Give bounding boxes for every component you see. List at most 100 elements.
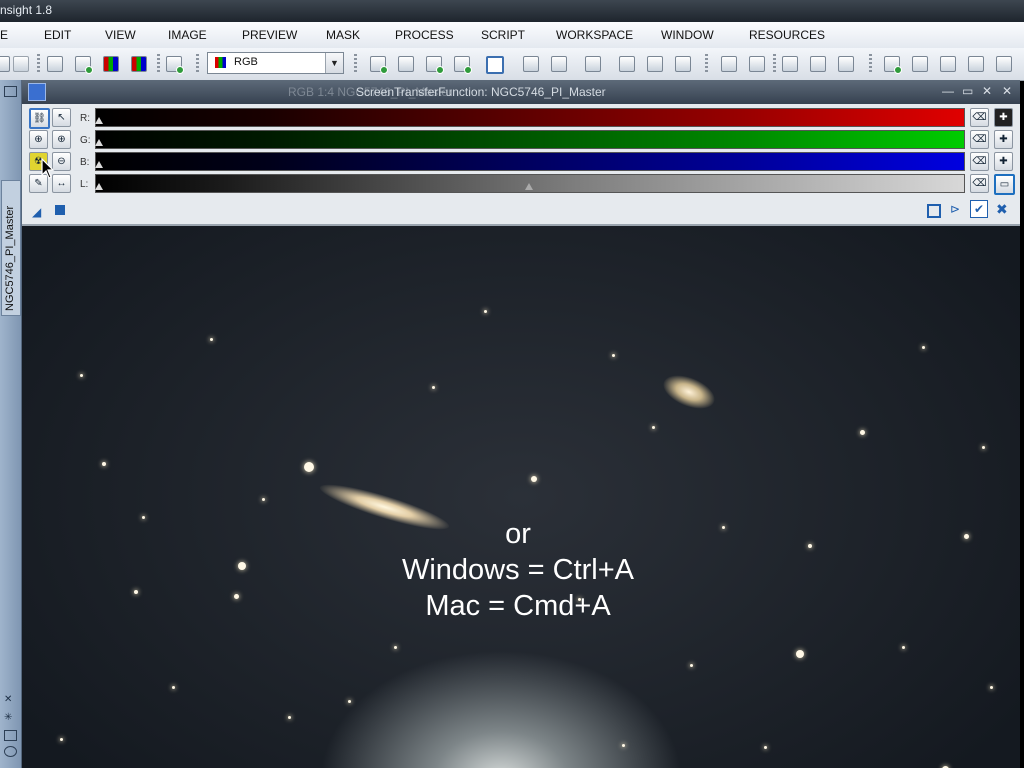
menu-image[interactable]: IMAGE xyxy=(168,28,207,42)
new-window-icon[interactable] xyxy=(75,56,93,74)
crosshair-icon[interactable]: ✚ xyxy=(994,108,1013,127)
shadows-handle[interactable] xyxy=(95,139,103,146)
menu-view[interactable]: VIEW xyxy=(105,28,136,42)
star xyxy=(348,700,351,703)
new-preview-icon[interactable] xyxy=(166,56,184,74)
shadows-handle[interactable] xyxy=(95,117,103,124)
star xyxy=(531,476,537,482)
zoom-readout-icon[interactable] xyxy=(486,56,504,74)
menu-window[interactable]: WINDOW xyxy=(661,28,714,42)
monitor-icon[interactable]: ▭ xyxy=(994,174,1015,195)
reset-channel-icon[interactable]: ⌫ xyxy=(970,108,989,127)
mask-show-icon[interactable] xyxy=(647,56,663,72)
menu-mask[interactable]: MASK xyxy=(326,28,360,42)
chevron-down-icon[interactable]: ▼ xyxy=(325,53,343,73)
shadows-handle[interactable] xyxy=(95,161,103,168)
reset-channel-icon[interactable]: ⌫ xyxy=(970,152,989,171)
download-icon[interactable] xyxy=(523,56,539,72)
star-icon[interactable]: ✳ xyxy=(4,712,15,723)
image-tab[interactable]: NGC5746_PI_Master xyxy=(1,180,21,316)
tile-2-icon[interactable] xyxy=(912,56,928,72)
tile-4-icon[interactable] xyxy=(968,56,984,72)
midtones-handle[interactable] xyxy=(525,183,533,190)
channel-select[interactable]: RGB ▼ xyxy=(207,52,344,74)
menu-process[interactable]: PROCESS xyxy=(395,28,454,42)
process-add-icon[interactable] xyxy=(426,56,444,74)
zoom-in-icon[interactable]: ⊕ xyxy=(29,130,48,149)
blue-channel-slider[interactable] xyxy=(95,152,965,171)
square-icon[interactable] xyxy=(55,205,65,215)
console-icon[interactable] xyxy=(749,56,765,72)
restore-icon[interactable] xyxy=(4,730,17,741)
menu-script[interactable]: SCRIPT xyxy=(481,28,525,42)
apply-check-icon[interactable]: ✔ xyxy=(970,200,988,218)
menu-workspace[interactable]: WORKSPACE xyxy=(556,28,633,42)
explorer-icon[interactable] xyxy=(721,56,737,72)
crosshair-icon[interactable]: ✚ xyxy=(994,130,1013,149)
window-icon[interactable] xyxy=(47,56,63,72)
undo-icon[interactable] xyxy=(0,56,10,72)
new-instance-icon[interactable]: ◢ xyxy=(32,205,41,219)
window-list-icon[interactable] xyxy=(4,86,17,97)
toolbar-grip xyxy=(705,54,708,72)
edit-process-icon[interactable] xyxy=(398,56,414,72)
green-channel-slider[interactable] xyxy=(95,130,965,149)
star xyxy=(288,716,291,719)
toolbar-grip xyxy=(354,54,357,72)
star xyxy=(764,746,767,749)
close-icon[interactable]: ✕ xyxy=(1002,84,1012,98)
redo-icon[interactable] xyxy=(13,56,29,72)
star xyxy=(234,594,239,599)
star xyxy=(964,534,969,539)
star xyxy=(60,738,63,741)
star xyxy=(922,346,925,349)
star xyxy=(990,686,993,689)
link-channels-icon[interactable]: ⛓ xyxy=(29,108,50,129)
edit-pointer-icon[interactable]: ↖ xyxy=(52,108,71,127)
toolbar-grip xyxy=(773,54,776,72)
star xyxy=(394,646,397,649)
shadows-handle[interactable] xyxy=(95,183,103,190)
stf-title: ScreenTransferFunction: NGC5746_PI_Maste… xyxy=(356,85,606,99)
reset-channel-icon[interactable]: ⌫ xyxy=(970,174,989,193)
channel-select-value: RGB xyxy=(234,56,258,68)
menu-edit[interactable]: EDIT xyxy=(44,28,71,42)
workspace-1-icon[interactable] xyxy=(782,56,798,72)
overlay-line-mac: Mac = Cmd+A xyxy=(425,590,611,622)
circle-icon[interactable] xyxy=(4,746,17,757)
workspace-3-icon[interactable] xyxy=(838,56,854,72)
tile-5-icon[interactable] xyxy=(996,56,1012,72)
process-add-alt-icon[interactable] xyxy=(454,56,472,74)
crosshair-icon[interactable]: ✚ xyxy=(994,152,1013,171)
star xyxy=(622,744,625,747)
real-time-icon[interactable]: ⊳ xyxy=(950,202,960,216)
reset-channel-icon[interactable]: ⌫ xyxy=(970,130,989,149)
image-canvas[interactable]: or Windows = Ctrl+A Mac = Cmd+A xyxy=(22,226,1020,768)
star xyxy=(652,426,655,429)
minimize-icon[interactable]: — xyxy=(942,84,954,98)
view-sidebar: NGC5746_PI_Master ✕ ✳ xyxy=(0,80,22,768)
upload-icon[interactable] xyxy=(551,56,567,72)
reset-x-icon[interactable]: ✖ xyxy=(996,201,1008,218)
mask-invert-icon[interactable] xyxy=(675,56,691,72)
new-process-icon[interactable] xyxy=(370,56,388,74)
shade-icon[interactable]: ▭ xyxy=(962,84,973,98)
pin-icon[interactable]: ✕ xyxy=(4,694,15,705)
rgb-channels-icon[interactable] xyxy=(103,56,119,72)
workspace-2-icon[interactable] xyxy=(810,56,826,72)
rgb-channels-alt-icon[interactable] xyxy=(131,56,147,72)
track-view-icon[interactable] xyxy=(927,204,941,218)
star xyxy=(860,430,865,435)
reset-icon[interactable] xyxy=(585,56,601,72)
tile-3-icon[interactable] xyxy=(940,56,956,72)
menu-preview[interactable]: PREVIEW xyxy=(242,28,297,42)
red-channel-slider[interactable] xyxy=(95,108,965,127)
menu-file[interactable]: E xyxy=(0,28,8,42)
menu-resources[interactable]: RESOURCES xyxy=(749,28,825,42)
mask-icon[interactable] xyxy=(619,56,635,72)
maximize-icon[interactable]: ✕ xyxy=(982,84,992,98)
process-icon xyxy=(28,83,46,101)
star xyxy=(172,686,175,689)
zoom-magnify-icon[interactable]: ⊕ xyxy=(52,130,71,149)
tile-1-icon[interactable] xyxy=(884,56,902,74)
